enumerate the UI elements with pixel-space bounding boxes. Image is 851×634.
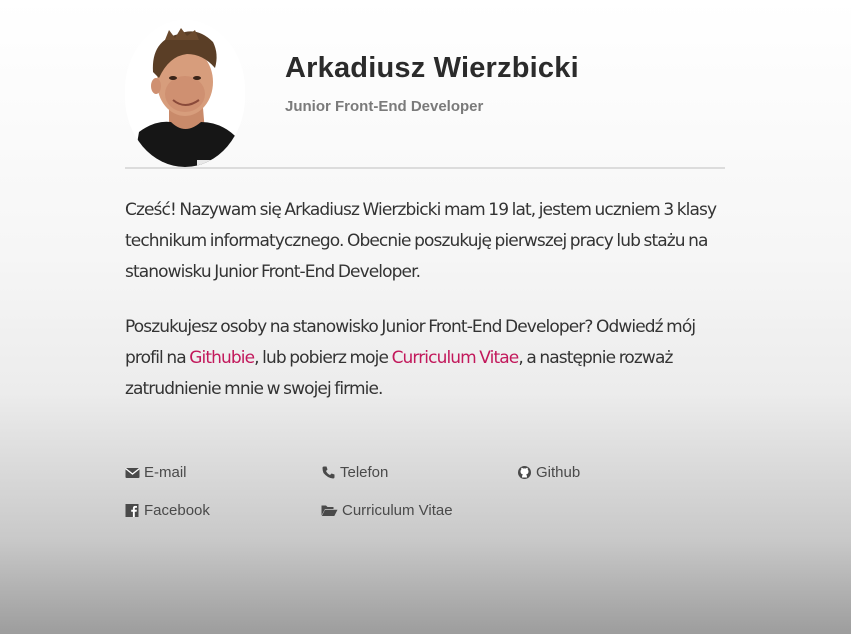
envelope-icon xyxy=(125,465,140,480)
phone-link[interactable]: Telefon xyxy=(321,464,388,481)
avatar xyxy=(125,20,245,167)
phone-icon xyxy=(321,465,336,480)
about-text-part-2: , lub pobierz moje xyxy=(254,348,392,368)
github-contact-link[interactable]: Github xyxy=(517,464,580,481)
github-label: Github xyxy=(536,464,581,481)
github-link[interactable]: Githubie xyxy=(189,348,255,368)
cv-label: Curriculum Vitae xyxy=(342,502,453,519)
profile-name: Arkadiusz Wierzbicki xyxy=(285,52,579,84)
about-section: Cześć! Nazywam się Arkadiusz Wierzbicki … xyxy=(125,195,725,405)
github-icon xyxy=(517,465,532,480)
facebook-label: Facebook xyxy=(144,502,210,519)
profile-role: Junior Front-End Developer xyxy=(285,98,484,115)
phone-label: Telefon xyxy=(340,464,389,481)
email-label: E-mail xyxy=(144,464,187,481)
facebook-link[interactable]: Facebook xyxy=(125,502,210,519)
cv-link[interactable]: Curriculum Vitae xyxy=(392,348,520,368)
cv-contact-link[interactable]: Curriculum Vitae xyxy=(321,502,453,519)
profile-header: Arkadiusz Wierzbicki Junior Front-End De… xyxy=(125,20,725,169)
about-paragraph-1: Cześć! Nazywam się Arkadiusz Wierzbicki … xyxy=(125,200,717,282)
email-link[interactable]: E-mail xyxy=(125,464,187,481)
folder-open-icon xyxy=(321,503,338,518)
facebook-icon xyxy=(125,503,140,518)
profile-card: Arkadiusz Wierzbicki Junior Front-End De… xyxy=(125,20,725,519)
about-paragraph-2: Poszukujesz osoby na stanowisko Junior F… xyxy=(125,312,725,405)
